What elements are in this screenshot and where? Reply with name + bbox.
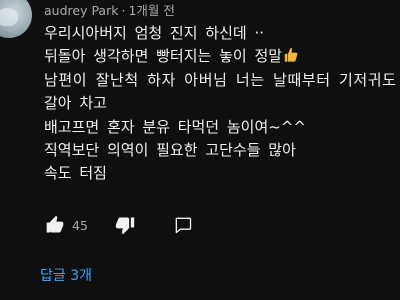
meta-separator: · bbox=[121, 3, 126, 18]
comment-line: 속도 터짐 bbox=[44, 164, 107, 183]
like-count: 45 bbox=[72, 217, 88, 233]
comment-time[interactable]: 1개월 전 bbox=[128, 3, 174, 18]
comment-line: 우리시아버지 엄청 진지 하신데 ·· bbox=[44, 24, 265, 42]
view-replies-button[interactable]: 답글 3개 bbox=[40, 266, 92, 286]
comment-line: 남편이 잘난척 하자 아버님 너는 날때부터 기저귀도 bbox=[44, 70, 397, 89]
comment-line: 직역보단 의역이 필요한 고단수들 많아 bbox=[44, 141, 296, 160]
comment-line: 갈아 차고 bbox=[44, 94, 107, 113]
thumbs-up-icon bbox=[46, 215, 64, 233]
author-name[interactable]: audrey Park bbox=[44, 3, 118, 18]
comment-body: 우리시아버지 엄청 진지 하신데 ·· 뒤돌아 생각하면 빵터지는 놓이 정말 … bbox=[44, 22, 400, 186]
thumbs-down-icon bbox=[115, 217, 135, 235]
like-button[interactable] bbox=[44, 214, 66, 236]
dislike-button[interactable] bbox=[114, 214, 136, 236]
comment-meta: audrey Park · 1개월 전 bbox=[44, 2, 400, 20]
comment: audrey Park · 1개월 전 우리시아버지 엄청 진지 하신데 ·· 뒤돌… bbox=[44, 2, 400, 186]
reply-bubble-icon bbox=[175, 217, 192, 234]
thumbs-up-emoji-icon bbox=[284, 47, 298, 63]
comment-line-text: 뒤돌아 생각하면 빵터지는 놓이 정말 bbox=[44, 47, 283, 66]
comment-line: 배고프면 혼자 분유 타먹던 놈이여~^^ bbox=[44, 117, 306, 136]
reply-button[interactable] bbox=[172, 214, 194, 236]
comment-line-with-emoji: 뒤돌아 생각하면 빵터지는 놓이 정말 bbox=[44, 45, 400, 68]
avatar[interactable] bbox=[0, 0, 32, 38]
comment-actions: 45 bbox=[44, 213, 194, 237]
